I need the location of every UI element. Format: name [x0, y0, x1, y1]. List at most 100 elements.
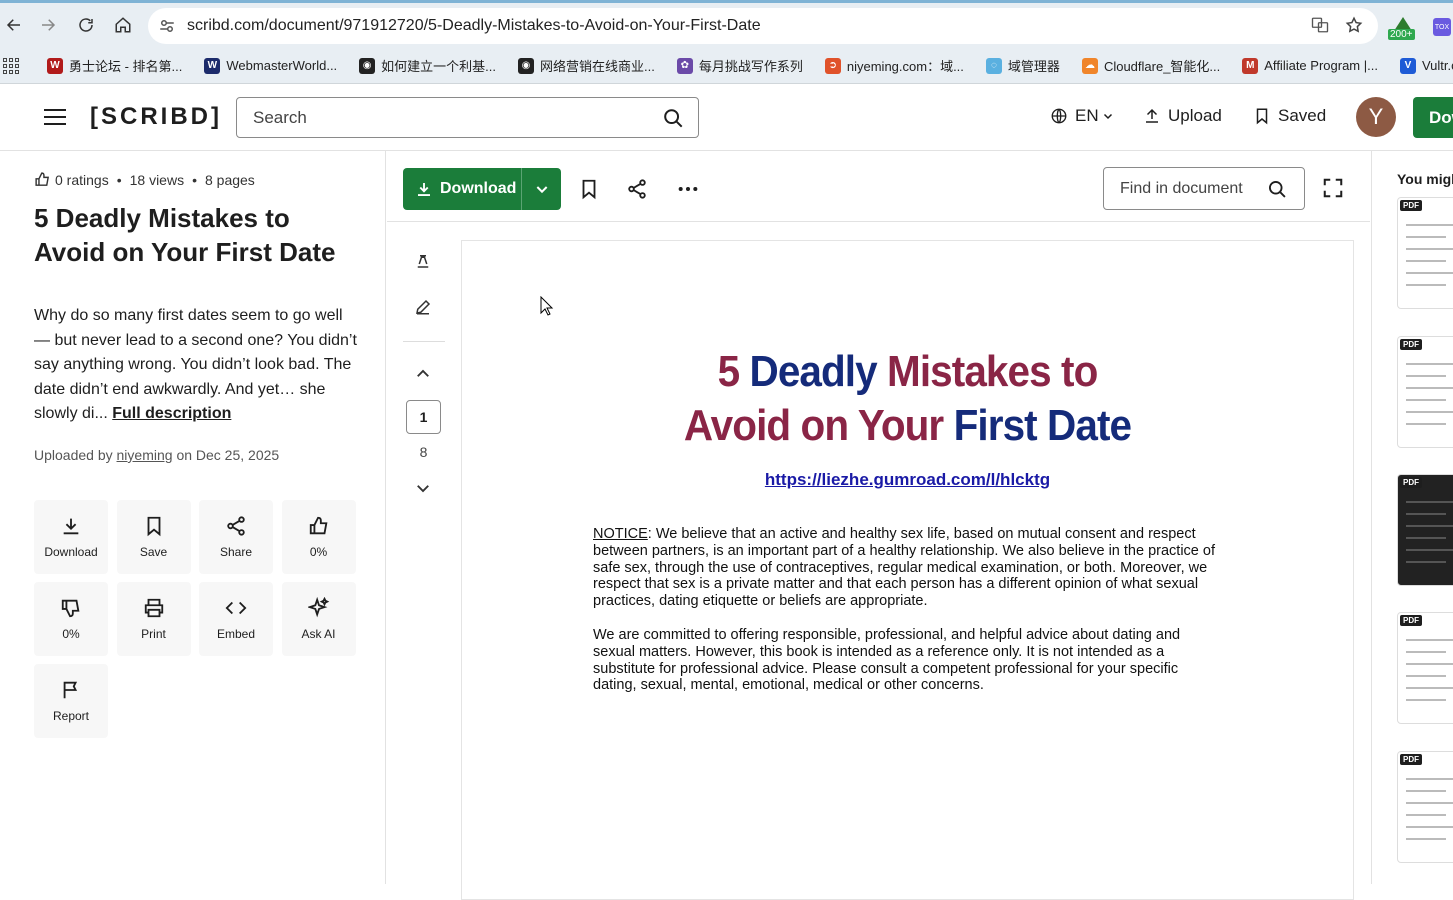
bookmark-item[interactable]: V Vultr.co	[1399, 57, 1453, 74]
current-page[interactable]: 1	[406, 400, 441, 434]
page-title-line: 5 Deadly Mistakes to	[498, 345, 1318, 399]
more-options-icon[interactable]	[677, 178, 699, 200]
pencil-icon[interactable]	[414, 298, 432, 316]
apps-grid-icon[interactable]	[3, 57, 19, 74]
bookmark-favicon-icon: ◌	[985, 57, 1002, 74]
related-document-thumbnail[interactable]: PDF	[1397, 612, 1453, 724]
tox-extension-icon[interactable]: TOX	[1433, 18, 1451, 36]
scribd-logo[interactable]: [SCRIBD]	[90, 103, 222, 131]
separator-dot: •	[116, 171, 122, 188]
action-download-button[interactable]: Download	[34, 500, 108, 574]
flag-icon	[63, 681, 78, 699]
star-icon[interactable]	[1344, 15, 1364, 35]
bookmark-item[interactable]: ◉ 网络营销在线商业...	[518, 56, 655, 75]
extension-icon[interactable]: 200+	[1388, 15, 1418, 41]
thumbnail-text-line	[1406, 675, 1446, 677]
search-icon[interactable]	[1267, 179, 1287, 199]
thumbnail-text-line	[1406, 399, 1446, 401]
chevron-up-icon[interactable]	[414, 365, 432, 383]
reload-button[interactable]	[72, 11, 100, 39]
action-flag-button[interactable]: Report	[34, 664, 108, 738]
home-icon	[115, 17, 131, 33]
thumbnail-text-line	[1406, 537, 1446, 539]
bookmark-favicon-icon: ◉	[359, 57, 376, 74]
globe-icon	[1051, 108, 1067, 124]
search-input[interactable]	[253, 107, 643, 128]
gumroad-link[interactable]: https://liezhe.gumroad.com/l/hlcktg	[462, 470, 1353, 490]
action-thumbs-down-button[interactable]: 0%	[34, 582, 108, 656]
bookmark-item[interactable]: W WebmasterWorld...	[204, 57, 337, 74]
action-print-button[interactable]: Print	[116, 582, 191, 656]
bookmark-label: 如何建立一个利基...	[381, 59, 497, 74]
share-icon[interactable]	[626, 178, 648, 200]
arrow-right-icon	[42, 19, 56, 31]
saved-button[interactable]: Saved	[1253, 106, 1326, 126]
highlighter-icon[interactable]	[414, 252, 432, 270]
bookmark-item[interactable]: ➲ niyeming.com：域...	[824, 56, 964, 75]
download-button[interactable]: Download	[403, 168, 522, 210]
action-bookmark-button[interactable]: Save	[116, 500, 191, 574]
action-thumbs-up-button[interactable]: 0%	[281, 500, 356, 574]
thumbnail-text-line	[1406, 375, 1446, 377]
share-icon	[227, 516, 245, 536]
full-description-link[interactable]: Full description	[112, 405, 231, 422]
upload-button[interactable]: Upload	[1143, 106, 1222, 126]
thumbnail-text-line	[1406, 790, 1446, 792]
bookmark-item[interactable]: M Affiliate Program |...	[1242, 57, 1378, 74]
thumbnail-text-line	[1406, 248, 1453, 250]
bookmark-item[interactable]: ☁ Cloudflare_智能化...	[1081, 56, 1221, 75]
language-selector[interactable]: EN	[1050, 106, 1114, 126]
find-in-document-field[interactable]	[1103, 167, 1305, 210]
bookmark-icon[interactable]	[578, 178, 600, 200]
uploader-link[interactable]: niyeming	[117, 447, 173, 463]
find-in-document-input[interactable]	[1120, 179, 1260, 198]
avatar[interactable]: Y	[1356, 97, 1396, 137]
title-fragment: Deadly	[749, 347, 888, 396]
download-split-button: Download	[403, 168, 561, 210]
thumbnail-text-line	[1406, 501, 1453, 503]
thumbnail-text-line	[1406, 561, 1446, 563]
forward-button[interactable]	[34, 11, 62, 39]
thumbnail-text-line	[1406, 236, 1446, 238]
page-title-line: Avoid on Your First Date	[498, 399, 1318, 453]
thumbnail-text-line	[1406, 838, 1446, 840]
related-document-thumbnail[interactable]: PDF	[1397, 474, 1453, 586]
back-button[interactable]	[0, 11, 28, 39]
bookmark-item[interactable]: W 勇士论坛 - 排名第...	[47, 56, 182, 75]
mouse-cursor-icon	[540, 296, 554, 316]
search-field[interactable]	[236, 97, 699, 138]
action-share-button[interactable]: Share	[199, 500, 273, 574]
bookmark-item[interactable]: ◉ 如何建立一个利基...	[359, 56, 496, 75]
header-download-button[interactable]: Dow	[1413, 97, 1453, 138]
menu-icon[interactable]	[44, 109, 66, 127]
chevron-down-icon[interactable]	[414, 479, 432, 497]
related-document-thumbnail[interactable]: PDF	[1397, 336, 1453, 448]
address-bar[interactable]: scribd.com/document/971912720/5-Deadly-M…	[148, 8, 1378, 44]
bookmarks-bar: W 勇士论坛 - 排名第... W WebmasterWorld... ◉ 如何建立一个利…	[0, 48, 1453, 84]
home-button[interactable]	[109, 11, 137, 39]
download-options-button[interactable]	[522, 181, 561, 197]
document-page: 5 Deadly Mistakes to Avoid on Your First…	[461, 240, 1354, 900]
thumbnail-text-line	[1406, 387, 1453, 389]
related-document-thumbnail[interactable]: PDF	[1397, 197, 1453, 309]
action-sparkle-button[interactable]: Ask AI	[281, 582, 356, 656]
thumbs-down-icon	[61, 599, 80, 618]
site-settings-icon[interactable]	[156, 15, 178, 37]
thumbnail-text-line	[1406, 651, 1446, 653]
bookmark-label: Cloudflare_智能化...	[1103, 59, 1221, 74]
translate-icon[interactable]	[1310, 15, 1330, 35]
uploaded-prefix: Uploaded by	[34, 447, 113, 463]
related-document-thumbnail[interactable]: PDF	[1397, 751, 1453, 863]
nav-divider	[403, 341, 445, 342]
bookmark-item[interactable]: ◌ 域管理器	[985, 56, 1060, 75]
bookmark-item[interactable]: ✿ 每月挑战写作系列	[676, 56, 803, 75]
reload-icon	[79, 18, 93, 32]
action-label: Share	[219, 545, 253, 559]
action-code-button[interactable]: Embed	[199, 582, 273, 656]
fullscreen-icon[interactable]	[1322, 177, 1344, 199]
uploaded-date: on Dec 25, 2025	[176, 447, 280, 463]
related-title: You migh	[1397, 171, 1453, 187]
search-icon[interactable]	[662, 107, 684, 129]
uploaded-by: Uploaded by niyeming on Dec 25, 2025	[34, 447, 279, 463]
thumbnail-text-line	[1406, 411, 1453, 413]
